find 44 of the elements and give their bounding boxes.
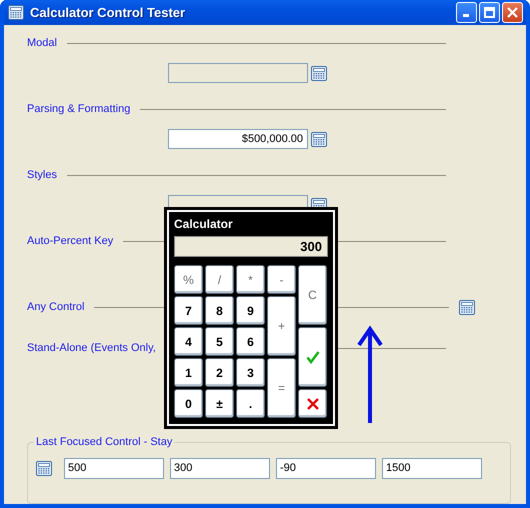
calculator-key[interactable]: % [174,265,203,294]
close-button[interactable] [502,2,523,23]
cancel-button[interactable] [298,389,327,418]
calculator-display: 300 [174,236,328,257]
input-field[interactable]: 1500 [382,458,482,478]
calculator-key[interactable]: 4 [174,327,203,356]
maximize-icon [484,7,495,18]
section-label: Modal [27,36,57,50]
calculator-key[interactable]: 0 [174,389,203,418]
calculator-key[interactable]: ± [205,389,234,418]
calculator-key[interactable]: 5 [205,327,234,356]
input-field[interactable]: 300 [170,458,270,478]
calculator-key[interactable]: 7 [174,296,203,325]
calculator-key[interactable]: 6 [236,327,265,356]
input-field[interactable]: $500,000.00 [168,129,308,149]
section-label: Any Control [27,300,84,314]
calculator-key[interactable]: . [236,389,265,418]
calculator-key[interactable]: C [298,265,327,325]
calculator-key[interactable]: 3 [236,358,265,387]
calculator-key[interactable]: = [267,358,296,418]
section-label: Styles [27,168,57,182]
window-title: Calculator Control Tester [30,4,186,22]
close-icon [507,7,518,18]
calculator-key[interactable]: * [236,265,265,294]
maximize-button[interactable] [479,2,500,23]
minimize-button[interactable] [456,2,477,23]
group-label: Last Focused Control - Stay [34,435,174,449]
input-field[interactable]: -90 [276,458,376,478]
calculator-icon [8,5,24,20]
popup-title: Calculator [174,216,234,232]
calculator-key[interactable]: 2 [205,358,234,387]
section-label: Stand-Alone (Events Only, [27,341,156,355]
calculator-key[interactable]: 8 [205,296,234,325]
section-label: Parsing & Formatting [27,102,130,116]
cross-icon [306,396,320,410]
check-icon [306,350,320,364]
calculator-key[interactable]: - [267,265,296,294]
calculator-key[interactable]: + [267,296,296,356]
section-label: Auto-Percent Key [27,234,114,248]
ok-button[interactable] [298,327,327,387]
input-field[interactable]: 500 [64,458,164,478]
calculator-key[interactable]: 1 [174,358,203,387]
calculator-key[interactable]: / [205,265,234,294]
calculator-key[interactable]: 9 [236,296,265,325]
